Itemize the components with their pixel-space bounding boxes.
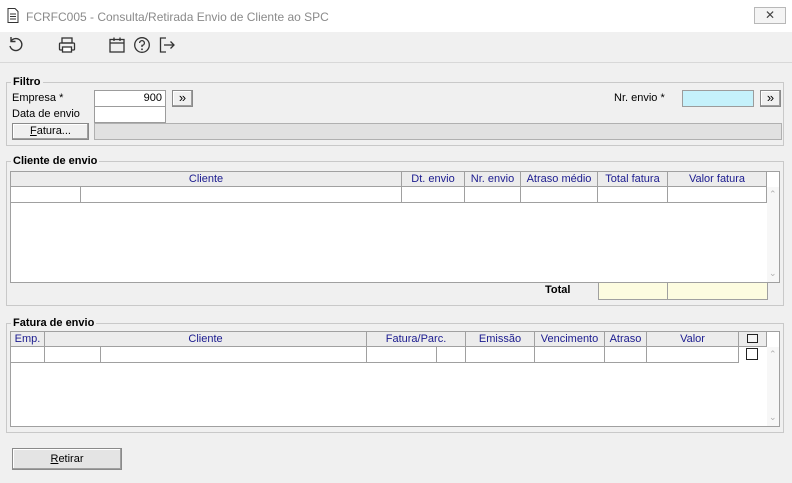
col-total-fatura[interactable]: Total fatura bbox=[598, 172, 668, 187]
close-button[interactable]: ✕ bbox=[754, 7, 786, 24]
scroll-up-icon[interactable]: ⌃ bbox=[769, 349, 777, 360]
empresa-input[interactable]: 900 bbox=[94, 90, 166, 107]
col-fatura-parc[interactable]: Fatura/Parc. bbox=[367, 332, 466, 347]
table-row-cell[interactable] bbox=[668, 187, 767, 203]
filtro-legend: Filtro bbox=[11, 76, 43, 88]
window-title: FCRFC005 - Consulta/Retirada Envio de Cl… bbox=[26, 10, 329, 24]
col-atraso-medio[interactable]: Atraso médio bbox=[521, 172, 598, 187]
scroll-down-icon[interactable]: ⌄ bbox=[769, 268, 777, 279]
document-icon bbox=[7, 8, 19, 23]
scroll-down-icon[interactable]: ⌄ bbox=[769, 412, 777, 423]
empresa-lookup-button[interactable]: » bbox=[172, 90, 193, 107]
col-atraso[interactable]: Atraso bbox=[605, 332, 647, 347]
table-row-cell[interactable] bbox=[101, 347, 367, 363]
fatura-button[interactable]: Fatura... bbox=[12, 123, 89, 140]
data-envio-input[interactable] bbox=[94, 106, 166, 123]
table-row-cell[interactable] bbox=[367, 347, 437, 363]
col-valor-fatura[interactable]: Valor fatura bbox=[668, 172, 767, 187]
total-valor-field bbox=[668, 282, 768, 300]
help-icon[interactable] bbox=[132, 35, 152, 55]
calendar-icon[interactable] bbox=[107, 35, 127, 55]
col-nr-envio[interactable]: Nr. envio bbox=[465, 172, 521, 187]
cliente-envio-legend: Cliente de envio bbox=[11, 155, 100, 167]
table-row-cell[interactable] bbox=[535, 347, 605, 363]
fatura-display bbox=[94, 123, 782, 140]
col-emp[interactable]: Emp. bbox=[11, 332, 45, 347]
table-row-cell[interactable] bbox=[11, 187, 81, 203]
table-row-cell[interactable] bbox=[598, 187, 668, 203]
nr-envio-label: Nr. envio * bbox=[614, 92, 665, 104]
col-emissao[interactable]: Emissão bbox=[466, 332, 535, 347]
scroll-up-icon[interactable]: ⌃ bbox=[769, 189, 777, 200]
col-cliente[interactable]: Cliente bbox=[45, 332, 367, 347]
table-row-cell[interactable] bbox=[521, 187, 598, 203]
exit-icon[interactable] bbox=[157, 35, 177, 55]
col-vencimento[interactable]: Vencimento bbox=[535, 332, 605, 347]
total-fatura-field bbox=[598, 282, 668, 300]
table-row-cell[interactable] bbox=[466, 347, 535, 363]
table-row-cell[interactable] bbox=[647, 347, 739, 363]
retirar-button-label: Retirar bbox=[50, 453, 84, 465]
table-row-cell[interactable] bbox=[11, 347, 45, 363]
col-select-all[interactable] bbox=[739, 332, 767, 347]
table-row-cell[interactable] bbox=[465, 187, 521, 203]
table-row-cell[interactable] bbox=[437, 347, 466, 363]
table-row-cell[interactable] bbox=[402, 187, 465, 203]
row-checkbox[interactable] bbox=[746, 348, 758, 360]
print-icon[interactable] bbox=[57, 35, 77, 55]
table-row-cell[interactable] bbox=[81, 187, 402, 203]
nr-envio-input[interactable] bbox=[682, 90, 754, 107]
table-row-cell[interactable] bbox=[605, 347, 647, 363]
nr-envio-lookup-button[interactable]: » bbox=[760, 90, 781, 107]
data-envio-label: Data de envio bbox=[12, 108, 80, 120]
fatura-envio-legend: Fatura de envio bbox=[11, 317, 97, 329]
col-cliente[interactable]: Cliente bbox=[11, 172, 402, 187]
total-label: Total bbox=[545, 284, 571, 296]
col-dt-envio[interactable]: Dt. envio bbox=[402, 172, 465, 187]
retirar-button[interactable]: Retirar bbox=[12, 448, 122, 470]
table-row-cell[interactable] bbox=[45, 347, 101, 363]
select-all-checkbox[interactable] bbox=[747, 334, 758, 343]
empresa-label: Empresa * bbox=[12, 92, 64, 104]
refresh-icon[interactable] bbox=[6, 35, 26, 55]
col-valor[interactable]: Valor bbox=[647, 332, 739, 347]
